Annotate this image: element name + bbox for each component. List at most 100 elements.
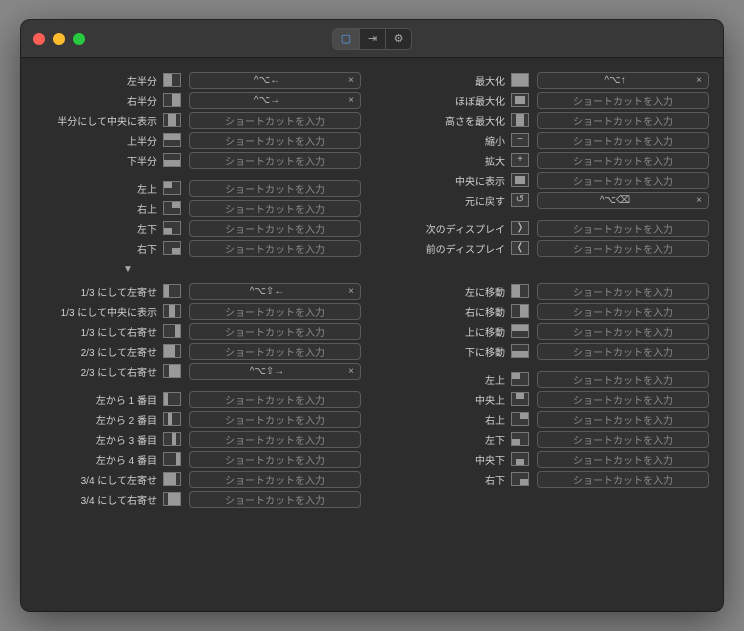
shortcut-row-right-half: 右半分 ^⌥→× — [35, 90, 361, 110]
shortcut-value: ショートカットを入力 — [190, 412, 360, 427]
bottom-right-icon — [163, 241, 181, 255]
shortcut-input-sixth-br[interactable]: ショートカットを入力 — [537, 471, 709, 488]
shortcut-value: ショートカットを入力 — [538, 284, 708, 299]
minimize-icon[interactable] — [53, 33, 65, 45]
clear-icon[interactable]: × — [344, 93, 358, 107]
center-icon — [511, 173, 529, 187]
shortcut-row-move-down: 下に移動ショートカットを入力 — [383, 341, 709, 361]
zoom-icon[interactable] — [73, 33, 85, 45]
label-bottom-left: 左下 — [35, 221, 163, 236]
sixth-br-icon — [511, 472, 529, 486]
prev-display-icon: ❬ — [511, 241, 529, 255]
shortcut-input-smaller[interactable]: ショートカットを入力 — [537, 132, 709, 149]
shortcut-input-last-two-thirds[interactable]: ^⌥⇧→× — [189, 363, 361, 380]
shortcut-input-first-three-fourths[interactable]: ショートカットを入力 — [189, 471, 361, 488]
move-down-icon — [511, 344, 529, 358]
shortcut-input-left-half[interactable]: ^⌥←× — [189, 72, 361, 89]
shortcut-value: ショートカットを入力 — [538, 372, 708, 387]
close-icon[interactable] — [33, 33, 45, 45]
shortcut-value: ショートカットを入力 — [538, 344, 708, 359]
label-first-fourth: 左から 1 番目 — [35, 392, 163, 407]
shortcut-value: ショートカットを入力 — [190, 241, 360, 256]
shortcut-input-move-up[interactable]: ショートカットを入力 — [537, 323, 709, 340]
shortcut-input-center[interactable]: ショートカットを入力 — [537, 172, 709, 189]
label-next-display: 次のディスプレイ — [383, 221, 511, 236]
shortcut-input-maximize-height[interactable]: ショートカットを入力 — [537, 112, 709, 129]
shortcut-row-maximize-height: 高さを最大化 ショートカットを入力 — [383, 110, 709, 130]
shortcut-input-sixth-tr[interactable]: ショートカットを入力 — [537, 411, 709, 428]
shortcut-input-sixth-bc[interactable]: ショートカットを入力 — [537, 451, 709, 468]
shortcut-input-almost-maximize[interactable]: ショートカットを入力 — [537, 92, 709, 109]
label-restore: 元に戻す — [383, 193, 511, 208]
right-half-icon — [163, 93, 181, 107]
shortcut-row-last-three-fourths: 3/4 にして右寄せショートカットを入力 — [35, 489, 361, 509]
shortcut-input-move-right[interactable]: ショートカットを入力 — [537, 303, 709, 320]
tab-settings[interactable]: ⚙ — [385, 29, 411, 49]
shortcut-row-bottom-right: 右下ショートカットを入力 — [35, 238, 361, 258]
shortcut-input-restore[interactable]: ^⌥⌫× — [537, 192, 709, 209]
clear-icon[interactable]: × — [344, 364, 358, 378]
first-third-icon — [163, 284, 181, 298]
shortcut-input-next-display[interactable]: ショートカットを入力 — [537, 220, 709, 237]
label-sixth-bc: 中央下 — [383, 452, 511, 467]
label-first-three-fourths: 3/4 にして左寄せ — [35, 472, 163, 487]
label-left-half: 左半分 — [35, 73, 163, 88]
label-sixth-br: 右下 — [383, 472, 511, 487]
label-top-left: 左上 — [35, 181, 163, 196]
shortcut-input-move-left[interactable]: ショートカットを入力 — [537, 283, 709, 300]
shortcut-input-fourth-fourth[interactable]: ショートカットを入力 — [189, 451, 361, 468]
shortcut-input-first-third[interactable]: ^⌥⇧←× — [189, 283, 361, 300]
shortcut-value: ショートカットを入力 — [538, 173, 708, 188]
shortcut-input-sixth-tl[interactable]: ショートカットを入力 — [537, 371, 709, 388]
shortcut-input-prev-display[interactable]: ショートカットを入力 — [537, 240, 709, 257]
tab-positions[interactable]: ▢ — [333, 29, 359, 49]
shortcut-input-last-three-fourths[interactable]: ショートカットを入力 — [189, 491, 361, 508]
shortcut-value: ショートカットを入力 — [538, 392, 708, 407]
shortcut-input-right-half[interactable]: ^⌥→× — [189, 92, 361, 109]
label-bottom-half: 下半分 — [35, 153, 163, 168]
titlebar: ▢ ⇥ ⚙ — [21, 20, 723, 58]
shortcut-value: ショートカットを入力 — [190, 324, 360, 339]
shortcut-value: ショートカットを入力 — [190, 472, 360, 487]
shortcut-input-bottom-right[interactable]: ショートカットを入力 — [189, 240, 361, 257]
almost-maximize-icon — [511, 93, 529, 107]
shortcut-input-first-two-thirds[interactable]: ショートカットを入力 — [189, 343, 361, 360]
shortcut-input-maximize[interactable]: ^⌥↑× — [537, 72, 709, 89]
clear-icon[interactable]: × — [692, 193, 706, 207]
shortcut-value: ショートカットを入力 — [190, 181, 360, 196]
tab-snapping[interactable]: ⇥ — [359, 29, 385, 49]
shortcut-input-top-half[interactable]: ショートカットを入力 — [189, 132, 361, 149]
shortcut-input-second-fourth[interactable]: ショートカットを入力 — [189, 411, 361, 428]
clear-icon[interactable]: × — [344, 284, 358, 298]
shortcut-input-sixth-bl[interactable]: ショートカットを入力 — [537, 431, 709, 448]
shortcut-input-move-down[interactable]: ショートカットを入力 — [537, 343, 709, 360]
shortcut-input-larger[interactable]: ショートカットを入力 — [537, 152, 709, 169]
clear-icon[interactable]: × — [692, 73, 706, 87]
shortcut-input-center-third[interactable]: ショートカットを入力 — [189, 303, 361, 320]
shortcut-input-top-right[interactable]: ショートカットを入力 — [189, 200, 361, 217]
label-third-fourth: 左から 3 番目 — [35, 432, 163, 447]
label-last-two-thirds: 2/3 にして右寄せ — [35, 364, 163, 379]
shortcut-value: ^⌥↑ — [538, 75, 692, 86]
shortcut-input-bottom-half[interactable]: ショートカットを入力 — [189, 152, 361, 169]
shortcut-input-center-half[interactable]: ショートカットを入力 — [189, 112, 361, 129]
maximize-height-icon — [511, 113, 529, 127]
shortcut-input-sixth-tc[interactable]: ショートカットを入力 — [537, 391, 709, 408]
shortcut-input-bottom-left[interactable]: ショートカットを入力 — [189, 220, 361, 237]
shortcut-input-last-third[interactable]: ショートカットを入力 — [189, 323, 361, 340]
shortcut-value: ショートカットを入力 — [538, 412, 708, 427]
label-maximize-height: 高さを最大化 — [383, 113, 511, 128]
shortcut-input-first-fourth[interactable]: ショートカットを入力 — [189, 391, 361, 408]
clear-icon[interactable]: × — [344, 73, 358, 87]
label-right-half: 右半分 — [35, 93, 163, 108]
label-last-third: 1/3 にして右寄せ — [35, 324, 163, 339]
disclosure-toggle[interactable]: ▼ — [123, 264, 709, 275]
label-almost-maximize: ほぼ最大化 — [383, 93, 511, 108]
shortcut-row-top-left: 左上 ショートカットを入力 — [35, 178, 361, 198]
window-controls — [33, 33, 85, 45]
shortcut-input-third-fourth[interactable]: ショートカットを入力 — [189, 431, 361, 448]
shortcut-row-move-right: 右に移動ショートカットを入力 — [383, 301, 709, 321]
shortcut-input-top-left[interactable]: ショートカットを入力 — [189, 180, 361, 197]
shortcut-row-top-half: 上半分ショートカットを入力 — [35, 130, 361, 150]
label-sixth-tr: 右上 — [383, 412, 511, 427]
